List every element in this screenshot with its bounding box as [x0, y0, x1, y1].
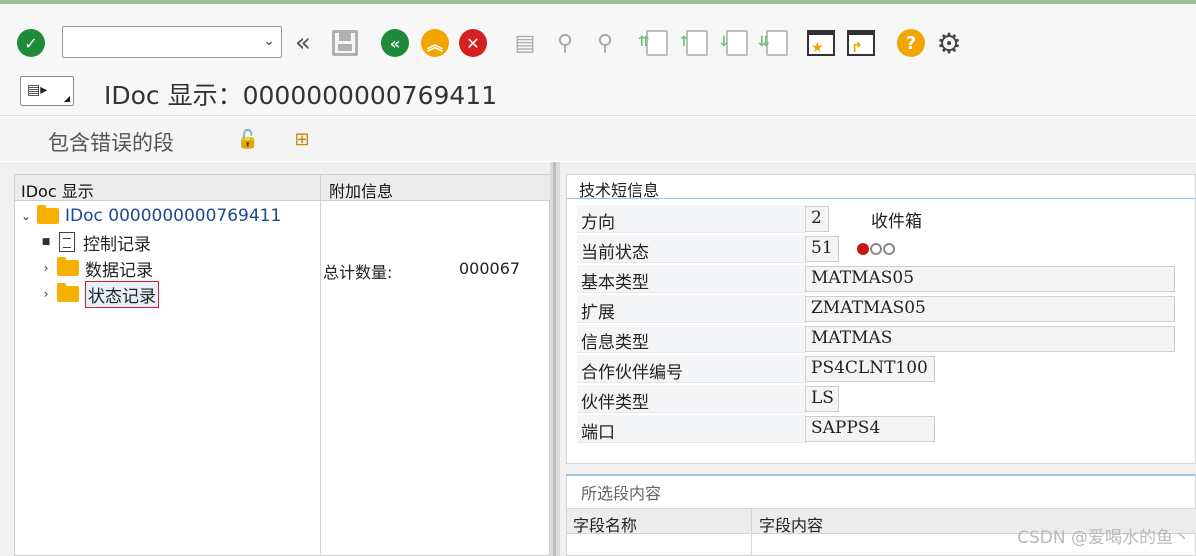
tree-root-label: IDoc 0000000000769411	[65, 206, 282, 226]
info-value: LS	[805, 386, 839, 412]
total-count-label: 总计数量:	[323, 263, 393, 282]
page-title: IDoc 显示：0000000000769411	[104, 81, 498, 110]
folder-icon	[57, 257, 79, 276]
direction-text: 收件箱	[871, 212, 922, 232]
next-page-icon[interactable]: ↓	[718, 28, 752, 58]
tree-col-extra[interactable]: 附加信息	[329, 178, 393, 202]
standard-toolbar: ✓ ⌄ « « ︽ ✕ ▤ ⚲ ⚲ ⇈ ↑ ↓ ⇊ ★ ↱ ? ⚙	[0, 8, 1196, 72]
info-label: 方向	[577, 205, 807, 233]
info-label: 端口	[577, 415, 807, 443]
info-value: 2	[805, 206, 829, 232]
tree-item-data[interactable]: › 数据记录	[39, 256, 153, 281]
info-row-port: 端口 SAPPS4	[577, 415, 1187, 445]
info-row-extension: 扩展 ZMATMAS05	[577, 295, 1187, 325]
column-divider	[320, 175, 321, 556]
info-row-partner-number: 合作伙伴编号 PS4CLNT100	[577, 355, 1187, 385]
tree-structure-icon[interactable]: ⊞	[288, 125, 316, 153]
settings-icon[interactable]: ⚙	[934, 27, 964, 60]
leaf-bullet-icon: ■	[41, 237, 51, 247]
top-accent-line	[0, 0, 1196, 8]
find-icon[interactable]: ⚲	[550, 28, 580, 58]
print-icon[interactable]: ▤	[510, 28, 540, 58]
status-light-green-icon	[883, 243, 895, 255]
title-bar: ▤▸ ◢ IDoc 显示：0000000000769411	[0, 72, 1196, 116]
splitter[interactable]	[550, 162, 560, 556]
save-icon[interactable]	[330, 28, 360, 58]
info-row-message-type: 信息类型 MATMAS	[577, 325, 1187, 355]
expand-icon[interactable]: ›	[39, 261, 53, 275]
menu-button[interactable]: ▤▸ ◢	[20, 76, 74, 106]
total-count-value: 000067	[459, 259, 521, 278]
info-label: 基本类型	[577, 265, 807, 293]
shortcut-icon[interactable]: ↱	[846, 28, 876, 58]
info-value: SAPPS4	[805, 416, 935, 442]
info-row-partner-type: 伙伴类型 LS	[577, 385, 1187, 415]
tree-item-label: 控制记录	[83, 234, 151, 255]
info-row-status: 当前状态 51	[577, 235, 1187, 265]
tree-col-idoc[interactable]: IDoc 显示	[21, 178, 94, 202]
info-value: MATMAS	[805, 326, 1175, 352]
status-light-yellow-icon	[870, 243, 882, 255]
menu-icon: ▤▸	[27, 82, 48, 98]
exit-icon[interactable]: ︽	[420, 28, 450, 58]
collapse-icon[interactable]: ⌄	[19, 209, 33, 223]
info-label: 伙伴类型	[577, 385, 807, 413]
back-double-icon[interactable]: «	[288, 28, 318, 58]
tree-item-status[interactable]: › 状态记录	[39, 280, 159, 308]
application-toolbar: 包含错误的段 🔓 ⊞	[0, 117, 1196, 161]
col-field-content[interactable]: 字段内容	[759, 512, 823, 536]
lock-display-icon[interactable]: 🔓	[234, 125, 262, 153]
segments-with-errors-button[interactable]: 包含错误的段	[48, 127, 174, 157]
col-field-name[interactable]: 字段名称	[573, 512, 637, 536]
column-divider	[751, 508, 752, 556]
watermark: CSDN @爱喝水的鱼丶	[1017, 528, 1190, 548]
command-field[interactable]: ⌄	[62, 26, 282, 58]
status-light-red-icon	[857, 243, 869, 255]
technical-info-box: 技术短信息 方向 2 收件箱 当前状态 51 基本类型 MATMAS05 扩展 …	[566, 174, 1196, 464]
first-page-icon[interactable]: ⇈	[638, 28, 672, 58]
idoc-tree: IDoc 显示 附加信息 ⌄ IDoc 0000000000769411 ■ 控…	[14, 174, 551, 556]
create-session-icon[interactable]: ★	[806, 28, 836, 58]
info-value: MATMAS05	[805, 266, 1175, 292]
info-value: 51	[805, 236, 839, 262]
tree-root-node[interactable]: ⌄ IDoc 0000000000769411	[19, 204, 281, 228]
find-next-icon[interactable]: ⚲	[590, 28, 620, 58]
info-value: ZMATMAS05	[805, 296, 1175, 322]
tree-item-control[interactable]: ■ 控制记录	[39, 230, 151, 255]
left-panel: IDoc 显示 附加信息 ⌄ IDoc 0000000000769411 ■ 控…	[0, 162, 560, 556]
info-row-direction: 方向 2 收件箱	[577, 205, 1187, 235]
expand-icon[interactable]: ›	[39, 287, 53, 301]
cancel-icon[interactable]: ✕	[458, 28, 488, 58]
command-input[interactable]	[63, 27, 253, 57]
folder-icon	[57, 283, 79, 302]
last-page-icon[interactable]: ⇊	[758, 28, 792, 58]
dropdown-triangle-icon: ◢	[63, 94, 70, 103]
info-row-basic-type: 基本类型 MATMAS05	[577, 265, 1187, 295]
prev-page-icon[interactable]: ↑	[678, 28, 712, 58]
tree-item-label-selected: 状态记录	[85, 280, 159, 308]
enter-icon[interactable]: ✓	[16, 28, 46, 58]
open-folder-icon	[37, 205, 59, 224]
info-label: 信息类型	[577, 325, 807, 353]
right-panel: 技术短信息 方向 2 收件箱 当前状态 51 基本类型 MATMAS05 扩展 …	[560, 162, 1196, 556]
chevron-down-icon[interactable]: ⌄	[263, 33, 275, 49]
info-label: 扩展	[577, 295, 807, 323]
info-value: PS4CLNT100	[805, 356, 935, 382]
info-label: 当前状态	[577, 235, 807, 263]
tree-item-label: 数据记录	[85, 260, 153, 281]
info-label: 合作伙伴编号	[577, 355, 807, 383]
back-icon[interactable]: «	[380, 28, 410, 58]
technical-info-header: 技术短信息	[567, 175, 1196, 200]
document-icon	[59, 232, 75, 252]
tree-header: IDoc 显示 附加信息	[15, 175, 551, 201]
help-icon[interactable]: ?	[896, 28, 926, 58]
selected-segment-header: 所选段内容	[581, 484, 662, 503]
